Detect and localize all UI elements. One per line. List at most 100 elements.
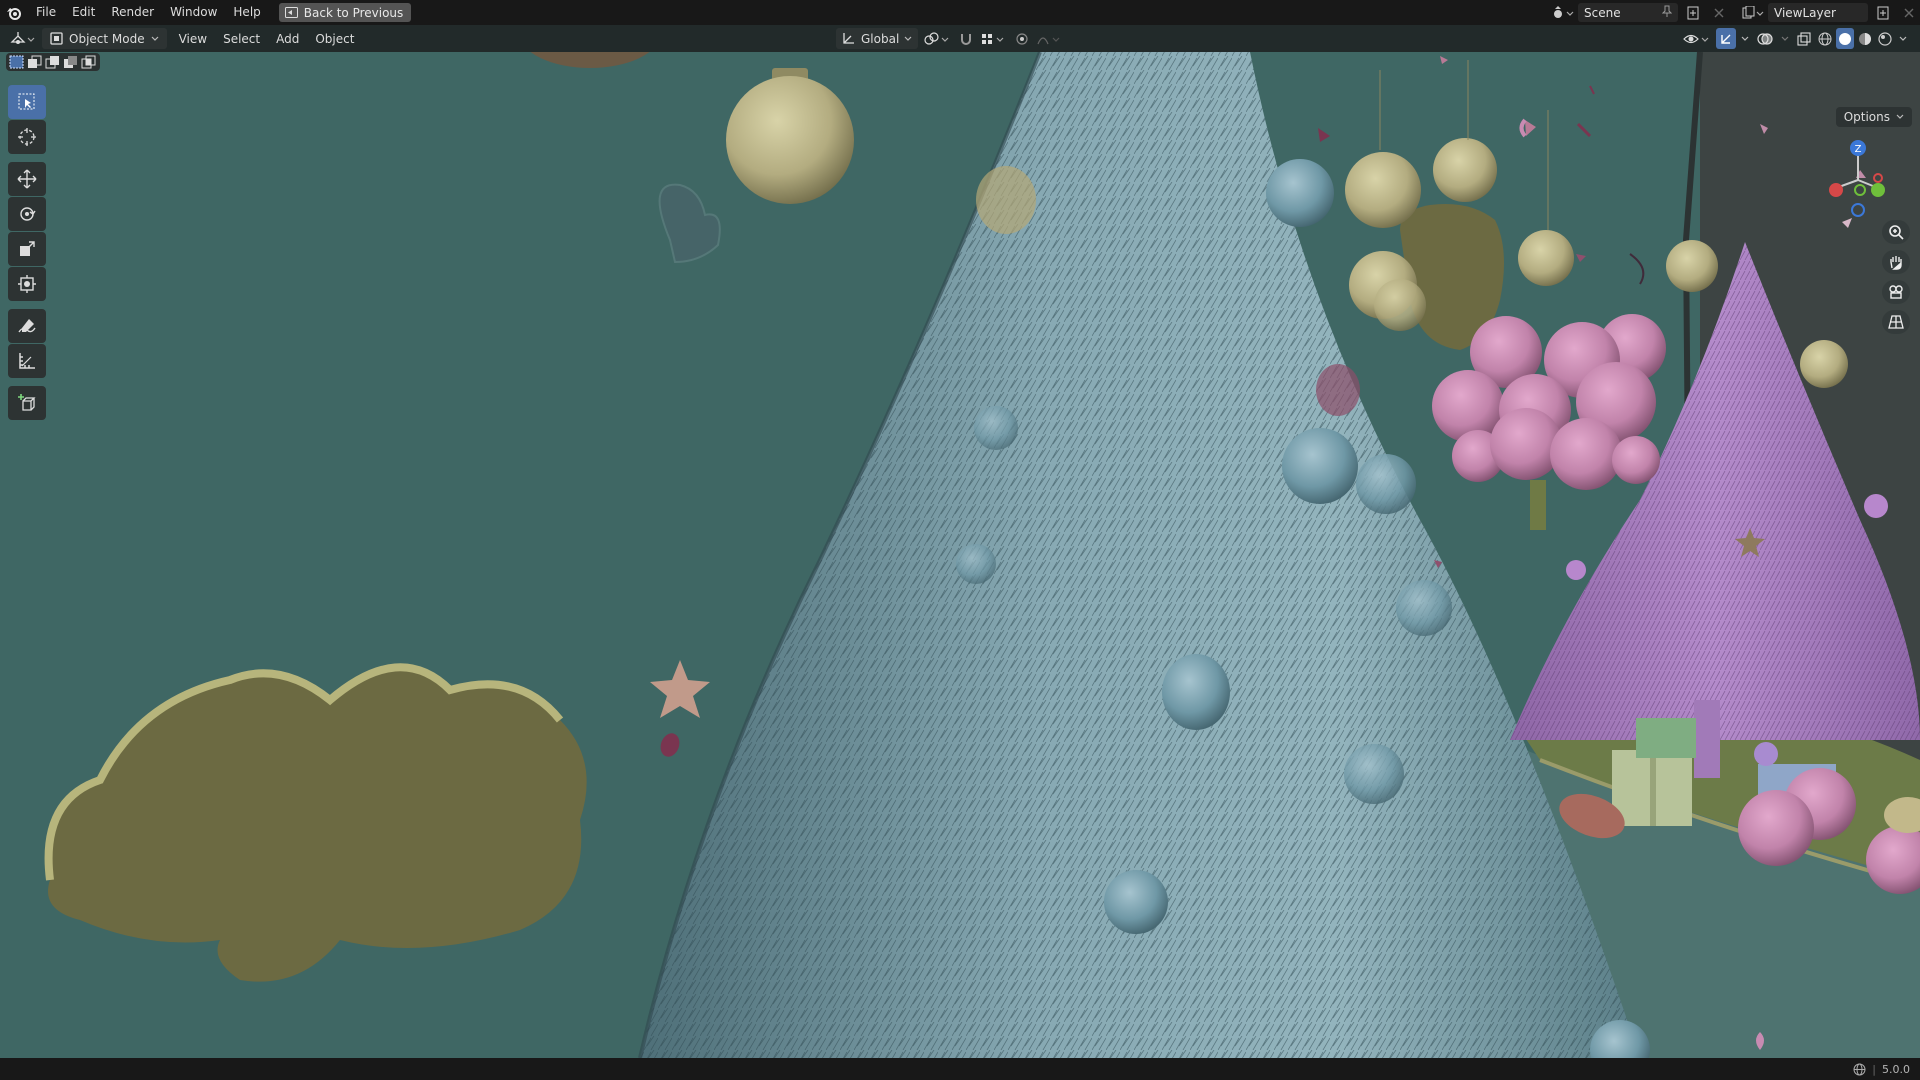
scene-name-field[interactable]: Scene bbox=[1578, 3, 1678, 22]
menu-edit[interactable]: Edit bbox=[64, 0, 103, 25]
object-mode-icon bbox=[50, 32, 63, 45]
falloff-curve-icon bbox=[1037, 36, 1060, 44]
options-label: Options bbox=[1843, 110, 1890, 124]
rotate-tool[interactable] bbox=[8, 197, 46, 231]
xray-toggle[interactable] bbox=[1794, 28, 1814, 49]
selection-mode-group bbox=[6, 53, 100, 71]
overlays-icon bbox=[1757, 32, 1773, 45]
pivot-icon bbox=[924, 31, 949, 45]
transform-tool[interactable] bbox=[8, 267, 46, 301]
overlays-toggle[interactable] bbox=[1754, 28, 1776, 49]
globe-icon bbox=[1853, 1063, 1866, 1075]
measure-tool[interactable] bbox=[8, 344, 46, 378]
object-mode-label: Object Mode bbox=[69, 31, 145, 46]
rotate-icon bbox=[20, 207, 36, 221]
3d-viewport[interactable]: Options Z bbox=[0, 52, 1920, 1058]
blender-logo-icon[interactable] bbox=[0, 0, 28, 25]
menu-window[interactable]: Window bbox=[162, 0, 225, 25]
select-box-icon bbox=[18, 93, 35, 110]
menu-file[interactable]: File bbox=[28, 0, 64, 25]
menu-object[interactable]: Object bbox=[307, 28, 362, 49]
perspective-grid-icon[interactable] bbox=[1882, 310, 1910, 334]
move-icon bbox=[17, 169, 37, 189]
scale-tool[interactable] bbox=[8, 232, 46, 266]
delete-view-layer-icon[interactable] bbox=[1898, 3, 1920, 22]
snap-target-dropdown[interactable] bbox=[978, 28, 1010, 49]
transform-orientation-label: Global bbox=[861, 31, 900, 46]
view-layer-field[interactable]: ViewLayer bbox=[1768, 3, 1868, 22]
select-intersect-icon[interactable] bbox=[81, 55, 97, 69]
chevron-down-icon bbox=[1899, 36, 1907, 41]
proportional-edit-icon bbox=[1016, 32, 1028, 45]
material-sphere-icon bbox=[1859, 32, 1871, 45]
wireframe-sphere-icon bbox=[1818, 32, 1832, 45]
object-mode-dropdown[interactable]: Object Mode bbox=[42, 28, 167, 49]
select-subtract-icon[interactable] bbox=[45, 55, 61, 69]
snap-grid-icon bbox=[982, 33, 1004, 44]
eye-icon bbox=[1683, 34, 1709, 43]
zoom-icon[interactable] bbox=[1882, 220, 1910, 244]
shading-material-button[interactable] bbox=[1856, 28, 1874, 49]
chevron-down-icon bbox=[1781, 36, 1789, 41]
menu-help[interactable]: Help bbox=[225, 0, 268, 25]
menu-add[interactable]: Add bbox=[268, 28, 307, 49]
proportional-falloff-dropdown[interactable] bbox=[1034, 28, 1066, 49]
select-extend-icon[interactable] bbox=[27, 55, 43, 69]
orientation-icon bbox=[843, 33, 854, 44]
annotate-tool[interactable] bbox=[8, 309, 46, 343]
add-cube-tool[interactable] bbox=[8, 386, 46, 420]
proportional-edit-toggle[interactable] bbox=[1012, 28, 1032, 49]
menu-render[interactable]: Render bbox=[103, 0, 162, 25]
menu-view[interactable]: View bbox=[171, 28, 215, 49]
select-box-tool[interactable] bbox=[8, 85, 46, 119]
shading-rendered-button[interactable] bbox=[1876, 28, 1894, 49]
new-view-layer-icon[interactable] bbox=[1872, 3, 1894, 22]
shading-wireframe-button[interactable] bbox=[1816, 28, 1834, 49]
view-layer-selector-icon[interactable] bbox=[1742, 3, 1764, 22]
new-scene-icon[interactable] bbox=[1682, 3, 1704, 22]
solid-sphere-icon bbox=[1839, 32, 1851, 45]
status-bar: | 5.0.0 bbox=[0, 1058, 1920, 1080]
navigation-gizmo[interactable]: Z bbox=[1826, 136, 1910, 232]
shading-solid-button[interactable] bbox=[1836, 28, 1854, 49]
gizmo-toggle[interactable] bbox=[1716, 28, 1736, 49]
status-divider: | bbox=[1872, 1062, 1876, 1076]
editor-type-button[interactable] bbox=[0, 28, 42, 49]
scene-render bbox=[44, 52, 1920, 1058]
transform-orientation-dropdown[interactable]: Global bbox=[836, 28, 919, 49]
chevron-down-icon bbox=[1896, 114, 1904, 119]
scene-name: Scene bbox=[1584, 5, 1621, 20]
viewport-header: Object Mode View Select Add Object Globa… bbox=[0, 25, 1920, 52]
ruler-icon bbox=[19, 353, 35, 369]
chevron-down-icon bbox=[151, 36, 159, 41]
scene-selector-icon[interactable] bbox=[1552, 3, 1574, 22]
chevron-down-icon bbox=[1741, 36, 1749, 41]
menu-select[interactable]: Select bbox=[215, 28, 268, 49]
xray-icon bbox=[1797, 31, 1811, 46]
annotate-pencil-icon bbox=[18, 319, 36, 333]
object-visibility-dropdown[interactable] bbox=[1680, 28, 1714, 49]
move-tool[interactable] bbox=[8, 162, 46, 196]
back-screen-icon bbox=[284, 7, 298, 18]
back-to-previous-button[interactable]: Back to Previous bbox=[278, 3, 412, 22]
view-layer-name: ViewLayer bbox=[1774, 5, 1836, 20]
transform-icon bbox=[18, 275, 36, 293]
select-new-icon[interactable] bbox=[9, 55, 25, 69]
pin-icon[interactable] bbox=[1661, 5, 1673, 20]
delete-scene-icon[interactable] bbox=[1708, 3, 1730, 22]
camera-view-icon[interactable] bbox=[1882, 280, 1910, 304]
shading-dropdown[interactable] bbox=[1896, 28, 1910, 49]
select-invert-icon[interactable] bbox=[63, 55, 79, 69]
cursor-icon bbox=[18, 128, 36, 146]
pivot-point-dropdown[interactable] bbox=[920, 28, 954, 49]
overlays-dropdown[interactable] bbox=[1778, 28, 1792, 49]
gizmo-icon bbox=[1721, 34, 1731, 44]
chevron-down-icon bbox=[904, 36, 912, 41]
blender-version: 5.0.0 bbox=[1882, 1062, 1910, 1076]
top-menu-bar: File Edit Render Window Help Back to Pre… bbox=[0, 0, 1920, 25]
snap-toggle[interactable] bbox=[956, 28, 976, 49]
options-dropdown[interactable]: Options bbox=[1835, 107, 1912, 127]
hand-pan-icon[interactable] bbox=[1882, 250, 1910, 274]
cursor-tool[interactable] bbox=[8, 120, 46, 154]
gizmo-dropdown[interactable] bbox=[1738, 28, 1752, 49]
